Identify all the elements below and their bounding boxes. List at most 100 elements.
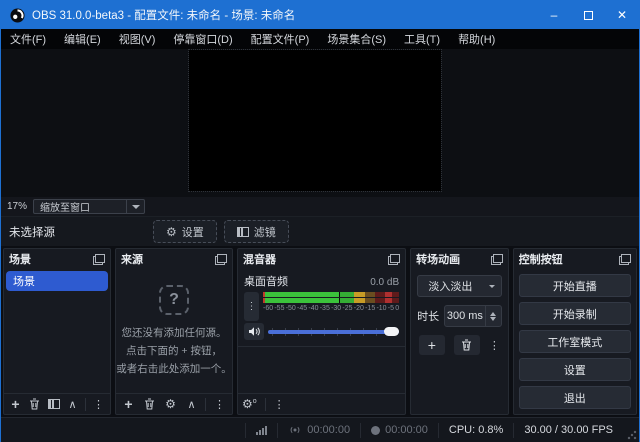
- transition-select-value: 淡入淡出: [418, 278, 483, 294]
- mixer-panel-title: 混音器: [243, 251, 388, 267]
- popout-icon[interactable]: [491, 254, 503, 265]
- menu-tools[interactable]: 工具(T): [395, 29, 449, 49]
- preview-area: [1, 49, 639, 197]
- start-streaming-button[interactable]: 开始直播: [519, 274, 631, 297]
- toolbar-separator: [265, 398, 266, 411]
- maximize-icon: [584, 11, 593, 20]
- preview-scale-dropdown[interactable]: 缩放至窗口: [33, 199, 145, 214]
- preview-scale-value: 缩放至窗口: [34, 199, 126, 214]
- cpu-usage: CPU: 0.8%: [438, 423, 513, 438]
- volume-meter: -60-55-50-45-40-35-30-25-20-15-10-50: [263, 292, 399, 321]
- menu-docks[interactable]: 停靠窗口(D): [164, 29, 241, 49]
- sources-empty-state[interactable]: ? 您还没有添加任何源。 点击下面的 + 按钮， 或者右击此处添加一个。: [116, 269, 232, 393]
- popout-icon[interactable]: [93, 254, 105, 265]
- trash-icon: [144, 398, 155, 410]
- add-transition-button[interactable]: +: [419, 335, 445, 355]
- popout-icon[interactable]: [619, 254, 631, 265]
- chevron-down-icon: [483, 285, 501, 288]
- scenes-panel-title: 场景: [9, 251, 93, 267]
- signal-bars-icon: [256, 425, 267, 435]
- scene-list-item[interactable]: 场景: [6, 271, 108, 291]
- add-source-button[interactable]: +: [119, 396, 138, 413]
- transition-duration-row: 时长 300 ms: [417, 305, 502, 327]
- source-properties-label: 设置: [182, 224, 204, 240]
- duration-spinbox[interactable]: 300 ms: [444, 305, 502, 327]
- menu-view[interactable]: 视图(V): [110, 29, 165, 49]
- sources-panel-title: 来源: [121, 251, 215, 267]
- filter-icon: [48, 399, 60, 409]
- menu-file[interactable]: 文件(F): [1, 29, 55, 49]
- scenes-panel-header: 场景: [4, 249, 110, 269]
- record-time-group: 00:00:00: [360, 423, 438, 438]
- mute-button[interactable]: [244, 323, 264, 340]
- stream-time: 00:00:00: [307, 424, 350, 436]
- studio-mode-button[interactable]: 工作室模式: [519, 330, 631, 353]
- popout-icon[interactable]: [388, 254, 400, 265]
- advanced-audio-properties-button[interactable]: ⚙o: [242, 397, 257, 411]
- scenes-overflow-menu-button[interactable]: ⋮: [90, 396, 107, 413]
- start-recording-button[interactable]: 开始录制: [519, 302, 631, 325]
- controls-body: 开始直播 开始录制 工作室模式 设置 退出: [514, 269, 636, 414]
- close-button[interactable]: ✕: [605, 1, 639, 29]
- menu-edit[interactable]: 编辑(E): [55, 29, 110, 49]
- status-bar: 00:00:00 00:00:00 CPU: 0.8% 30.00 / 30.0…: [1, 417, 639, 442]
- mixer-toolbar: ⚙o ⋮: [238, 393, 405, 414]
- network-status: [245, 423, 277, 438]
- mixer-overflow-menu-button[interactable]: ⋮: [274, 398, 285, 411]
- duration-label: 时长: [417, 308, 439, 324]
- mixer-channel: 桌面音频 0.0 dB ⋮: [238, 269, 405, 347]
- sources-empty-line: 您还没有添加任何源。: [122, 326, 227, 341]
- sources-overflow-menu-button[interactable]: ⋮: [210, 396, 229, 413]
- dock-area: 场景 场景 + ∧ ⋮ 来源: [1, 246, 639, 417]
- transition-properties-button[interactable]: ⋮: [489, 339, 500, 352]
- scenes-toolbar: + ∧ ⋮: [4, 393, 110, 414]
- controls-panel-title: 控制按钮: [519, 251, 619, 267]
- remove-scene-button[interactable]: [26, 396, 43, 413]
- sources-panel-header: 来源: [116, 249, 232, 269]
- broadcast-icon: [288, 425, 302, 435]
- volume-meter-bar-right: [263, 298, 399, 303]
- preview-canvas[interactable]: [189, 50, 441, 191]
- resize-grip[interactable]: [627, 430, 637, 440]
- scene-filters-button[interactable]: [45, 396, 62, 413]
- menu-bar: 文件(F) 编辑(E) 视图(V) 停靠窗口(D) 配置文件(P) 场景集合(S…: [1, 29, 639, 49]
- spin-up-icon: [490, 312, 496, 316]
- source-properties-button[interactable]: ⚙: [161, 396, 180, 413]
- spinner-arrows[interactable]: [485, 306, 501, 326]
- duration-value: 300 ms: [445, 310, 485, 322]
- preview-zoom-row: 17% 缩放至窗口: [1, 197, 639, 216]
- trash-icon: [461, 339, 472, 351]
- record-time: 00:00:00: [385, 424, 428, 436]
- menu-scene-collection[interactable]: 场景集合(S): [318, 29, 395, 49]
- controls-panel: 控制按钮 开始直播 开始录制 工作室模式 设置 退出: [513, 248, 637, 415]
- speaker-icon: [248, 326, 261, 337]
- maximize-button[interactable]: [571, 1, 605, 29]
- add-scene-button[interactable]: +: [7, 396, 24, 413]
- mixer-channel-menu-button[interactable]: ⋮: [244, 292, 259, 321]
- filter-icon: [237, 227, 249, 237]
- audio-mixer-panel: 混音器 桌面音频 0.0 dB ⋮: [237, 248, 406, 415]
- scenes-list: 场景: [4, 269, 110, 393]
- menu-help[interactable]: 帮助(H): [449, 29, 504, 49]
- toolbar-separator: [85, 398, 86, 411]
- volume-meter-bar-left: [263, 292, 399, 297]
- minimize-button[interactable]: –: [537, 1, 571, 29]
- source-properties-button[interactable]: ⚙ 设置: [153, 220, 217, 243]
- transitions-buttons-row: + ⋮: [417, 335, 502, 355]
- no-source-status: 未选择源: [1, 224, 153, 240]
- transition-select[interactable]: 淡入淡出: [417, 275, 502, 297]
- source-filters-button[interactable]: 滤镜: [224, 220, 289, 243]
- remove-source-button[interactable]: [140, 396, 159, 413]
- stream-time-group: 00:00:00: [277, 423, 360, 438]
- exit-button[interactable]: 退出: [519, 386, 631, 409]
- toolbar-separator: [205, 398, 206, 411]
- transitions-body: 淡入淡出 时长 300 ms +: [411, 269, 508, 361]
- move-scene-up-button[interactable]: ∧: [64, 396, 81, 413]
- menu-profile[interactable]: 配置文件(P): [242, 29, 319, 49]
- volume-slider[interactable]: [268, 325, 399, 339]
- popout-icon[interactable]: [215, 254, 227, 265]
- remove-transition-button[interactable]: [454, 335, 480, 355]
- slider-handle[interactable]: [384, 327, 399, 336]
- move-source-up-button[interactable]: ∧: [182, 396, 201, 413]
- settings-button[interactable]: 设置: [519, 358, 631, 381]
